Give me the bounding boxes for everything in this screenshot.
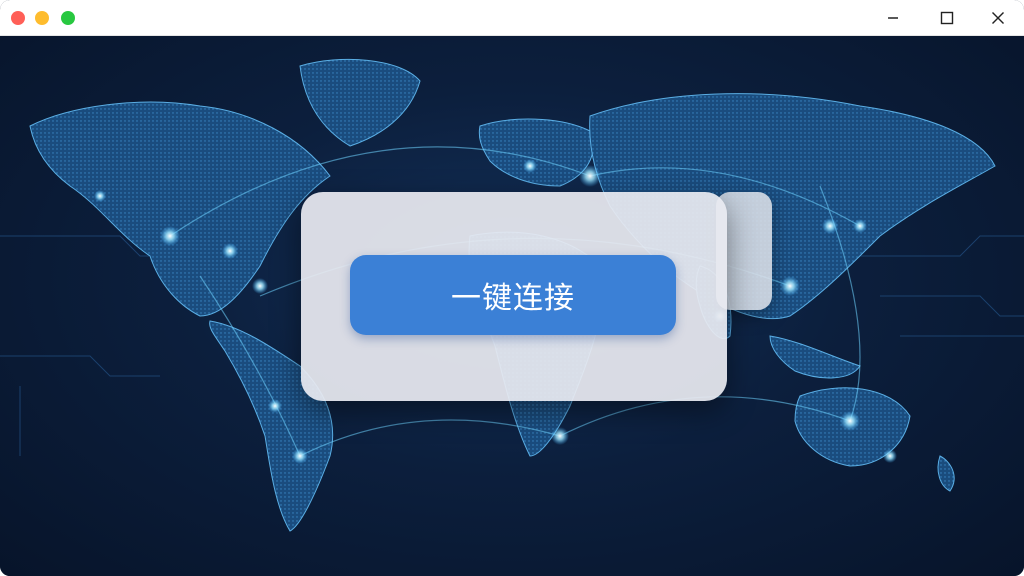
main-content: 一键连接 (0, 36, 1024, 576)
minimize-traffic-light[interactable] (35, 11, 49, 25)
maximize-icon[interactable] (934, 6, 960, 30)
app-window: 一键连接 (0, 0, 1024, 576)
minimize-icon[interactable] (880, 6, 906, 30)
one-click-connect-button[interactable]: 一键连接 (350, 255, 676, 335)
close-traffic-light[interactable] (11, 11, 25, 25)
connect-dialog: 一键连接 (301, 192, 727, 401)
zoom-traffic-light[interactable] (61, 11, 75, 25)
close-icon[interactable] (985, 6, 1011, 30)
title-bar (0, 0, 1024, 36)
